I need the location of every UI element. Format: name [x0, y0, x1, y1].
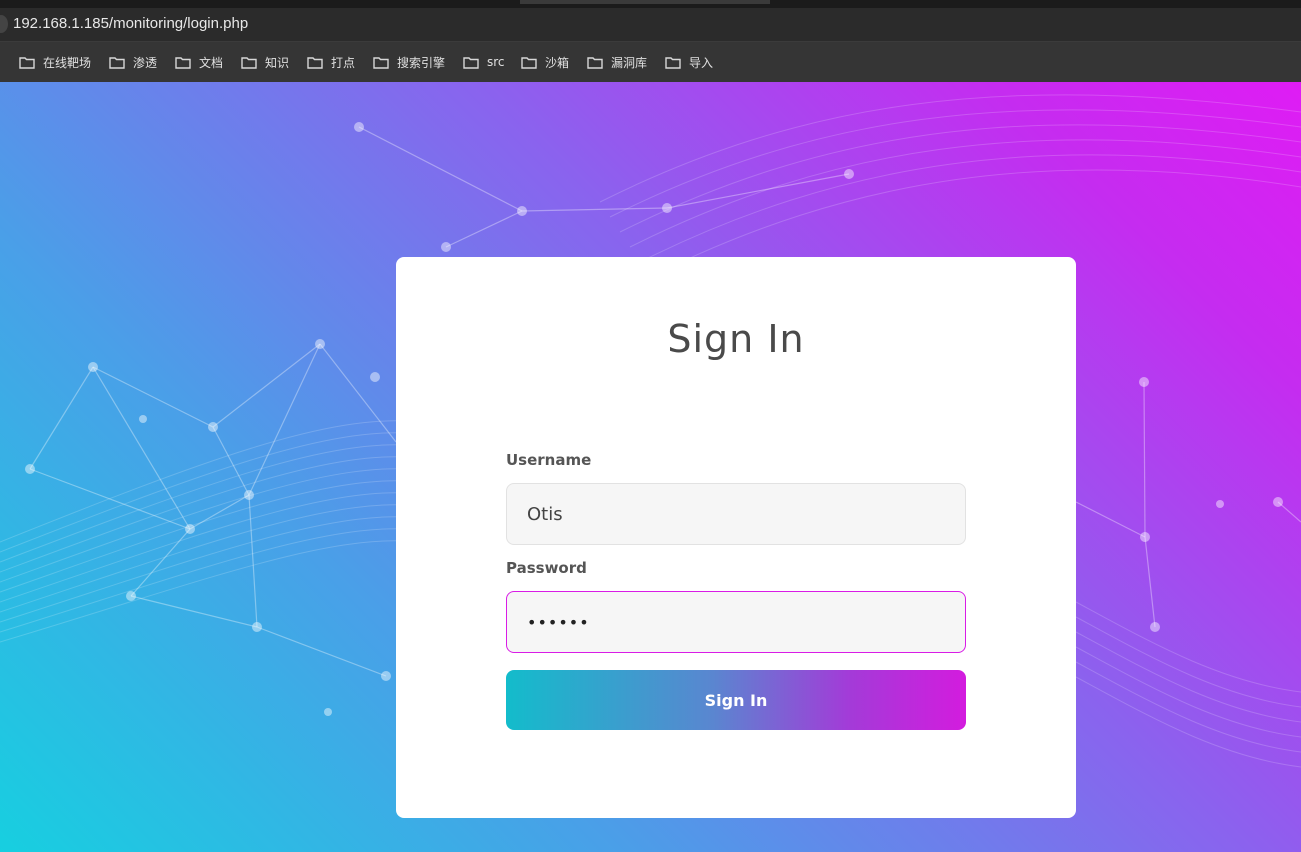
folder-icon: [19, 56, 35, 69]
active-tab-indicator: [520, 0, 770, 4]
password-label: Password: [506, 559, 587, 577]
password-input[interactable]: ••••••: [506, 591, 966, 653]
login-card: Sign In Username Otis Password •••••• Si…: [396, 257, 1076, 818]
folder-icon: [175, 56, 191, 69]
bookmark-label: 知识: [265, 55, 290, 70]
folder-icon: [241, 56, 257, 69]
username-input[interactable]: Otis: [506, 483, 966, 545]
tab-strip: [0, 0, 1301, 8]
bookmark-label: 打点: [331, 55, 356, 70]
password-value: ••••••: [527, 612, 590, 632]
folder-icon: [521, 56, 537, 69]
page-title: Sign In: [667, 317, 805, 361]
sign-in-button-label: Sign In: [704, 690, 768, 710]
bookmark-label: 导入: [689, 55, 714, 70]
bookmark-folder[interactable]: 在线靶场: [19, 53, 91, 71]
folder-icon: [307, 56, 323, 69]
bookmark-folder[interactable]: 知识: [241, 53, 289, 71]
login-page-background: Sign In Username Otis Password •••••• Si…: [0, 82, 1301, 852]
address-bar[interactable]: 192.168.1.185/monitoring/login.php: [0, 8, 1301, 42]
bookmark-folder[interactable]: 渗透: [109, 53, 157, 71]
bookmark-label: 渗透: [133, 55, 158, 70]
bookmark-folder[interactable]: 漏洞库: [587, 53, 647, 71]
folder-icon: [665, 56, 681, 69]
folder-icon: [109, 56, 125, 69]
url-text[interactable]: 192.168.1.185/monitoring/login.php: [13, 15, 248, 32]
folder-icon: [373, 56, 389, 69]
bookmarks-bar: 在线靶场 渗透 文档 知识 打点 搜索引擎 src 沙箱 漏洞库 导入: [0, 42, 1301, 82]
bookmark-folder[interactable]: 文档: [175, 53, 223, 71]
bookmark-folder[interactable]: 导入: [665, 53, 713, 71]
bookmark-label: 沙箱: [545, 55, 570, 70]
sign-in-button[interactable]: Sign In: [506, 670, 966, 730]
bookmark-folder[interactable]: 打点: [307, 53, 355, 71]
username-value: Otis: [527, 503, 563, 525]
bookmark-folder[interactable]: 沙箱: [521, 53, 569, 71]
username-label: Username: [506, 451, 592, 469]
bookmark-label: 漏洞库: [611, 55, 648, 70]
folder-icon: [463, 56, 479, 69]
folder-icon: [587, 56, 603, 69]
bookmark-label: 在线靶场: [43, 55, 92, 70]
bookmark-folder[interactable]: src: [463, 53, 505, 71]
site-info-icon[interactable]: [0, 15, 8, 33]
bookmark-label: 文档: [199, 55, 224, 70]
bookmark-overflow-icon[interactable]: [0, 59, 2, 67]
bookmark-label: src: [487, 55, 505, 69]
bookmark-label: 搜索引擎: [397, 55, 446, 70]
bookmark-folder[interactable]: 搜索引擎: [373, 53, 445, 71]
